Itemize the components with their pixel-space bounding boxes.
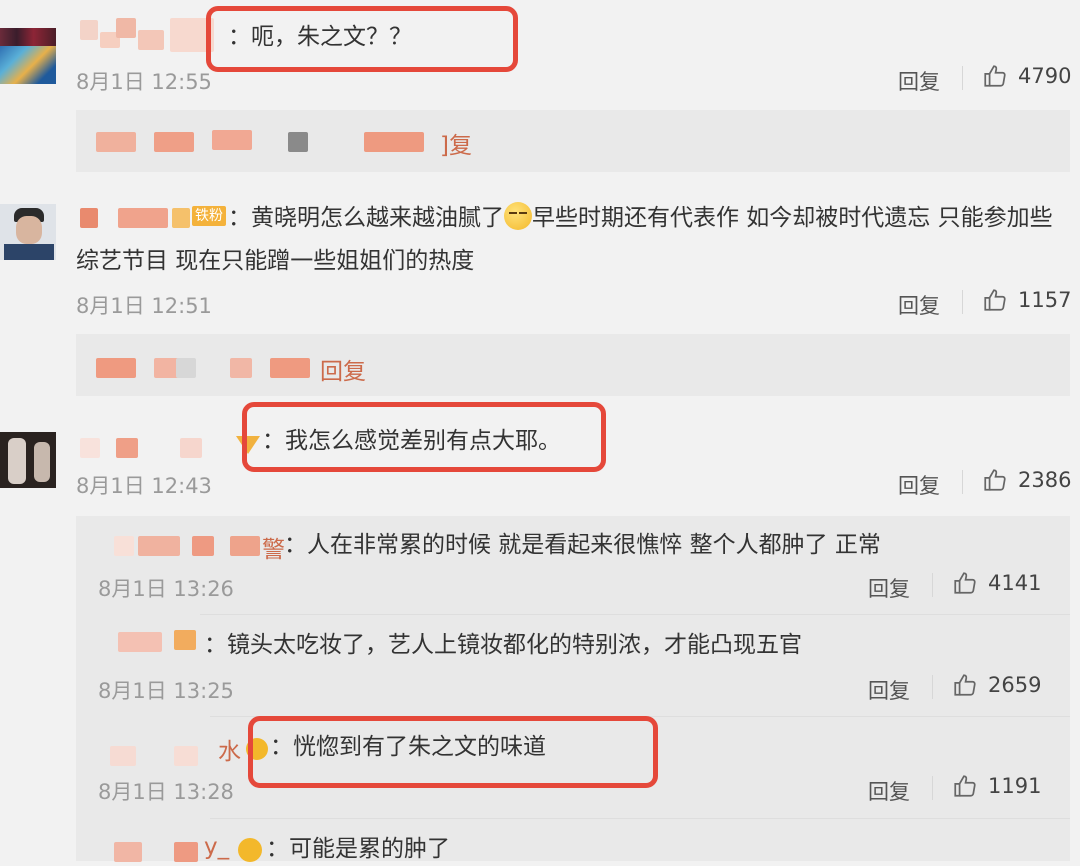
highlight-box: [242, 402, 606, 472]
thumbs-up-icon: [954, 775, 976, 797]
thumbs-up-icon: [984, 289, 1006, 311]
comment-text-part: ：黄晓明怎么越来越油腻了: [228, 205, 504, 231]
divider: [932, 675, 933, 699]
username-blurred[interactable]: [80, 434, 260, 460]
sub-reply-panel[interactable]: 回复: [76, 334, 1070, 396]
username-tail[interactable]: 水: [218, 732, 241, 766]
reply-button[interactable]: 回复: [868, 776, 910, 806]
like-count: 2386: [1018, 468, 1072, 492]
divider: [962, 470, 963, 494]
reply-button[interactable]: 回复: [868, 573, 910, 603]
thumbs-up-icon: [984, 469, 1006, 491]
like-button[interactable]: 1191: [952, 773, 1041, 799]
avatar[interactable]: [0, 432, 56, 488]
divider: [932, 573, 933, 597]
divider: [962, 66, 963, 90]
highlight-box: [248, 716, 658, 788]
like-button[interactable]: 4141: [952, 570, 1041, 596]
username-blurred[interactable]: [110, 840, 210, 866]
timestamp: 8月1日 13:26: [98, 577, 234, 601]
like-button[interactable]: 4790: [982, 63, 1071, 89]
fan-badge: 铁粉: [192, 206, 226, 226]
smirk-emoji-icon: [504, 202, 532, 230]
sub-reply-link[interactable]: 回复: [320, 352, 366, 386]
comment-text-line2: 综艺节目 现在只能蹭一些姐姐们的热度: [76, 248, 475, 274]
comment-text-part: 早些时期还有代表作 如今却被时代遗忘 只能参加些: [532, 205, 1053, 231]
sub-reply-link[interactable]: ]复: [440, 126, 472, 160]
like-count: 1157: [1018, 288, 1072, 312]
row-divider: [210, 818, 1070, 819]
sub-reply-panel[interactable]: ]复: [76, 110, 1070, 172]
reply-text: ：人在非常累的时候 就是看起来很憔悴 整个人都肿了 正常: [284, 532, 881, 558]
comment-text: ：黄晓明怎么越来越油腻了 早些时期还有代表作 如今却被时代遗忘 只能参加些: [228, 202, 1053, 233]
like-count: 2659: [988, 673, 1042, 697]
timestamp: 8月1日 13:25: [98, 679, 234, 703]
reply-button[interactable]: 回复: [898, 290, 940, 320]
username-tail[interactable]: 警: [262, 530, 285, 564]
reply-button[interactable]: 回复: [868, 675, 910, 705]
like-count: 4790: [1018, 64, 1072, 88]
like-count: 4141: [988, 571, 1042, 595]
highlight-box: [206, 6, 518, 72]
timestamp: 8月1日 12:55: [76, 70, 212, 94]
reply-button[interactable]: 回复: [898, 66, 940, 96]
timestamp: 8月1日 12:43: [76, 474, 212, 498]
username-tail[interactable]: y_: [204, 834, 229, 860]
like-button[interactable]: 2386: [982, 467, 1071, 493]
like-button[interactable]: 1157: [982, 287, 1071, 313]
like-button[interactable]: 2659: [952, 672, 1041, 698]
divider: [962, 290, 963, 314]
thumbs-up-icon: [954, 674, 976, 696]
timestamp: 8月1日 13:28: [98, 780, 234, 804]
thumbs-up-icon: [954, 572, 976, 594]
thumbs-up-icon: [984, 65, 1006, 87]
reply-text: ：镜头太吃妆了，艺人上镜妆都化的特别浓，才能凸现五官: [204, 632, 802, 658]
timestamp: 8月1日 12:51: [76, 294, 212, 318]
reply-text: ：可能是累的肿了: [266, 836, 450, 862]
like-count: 1191: [988, 774, 1042, 798]
divider: [932, 776, 933, 800]
row-divider: [200, 614, 1070, 615]
username-blurred[interactable]: [110, 744, 230, 770]
emoji-icon: [238, 838, 262, 862]
reply-button[interactable]: 回复: [898, 470, 940, 500]
avatar[interactable]: [0, 28, 56, 84]
avatar[interactable]: [0, 204, 56, 260]
